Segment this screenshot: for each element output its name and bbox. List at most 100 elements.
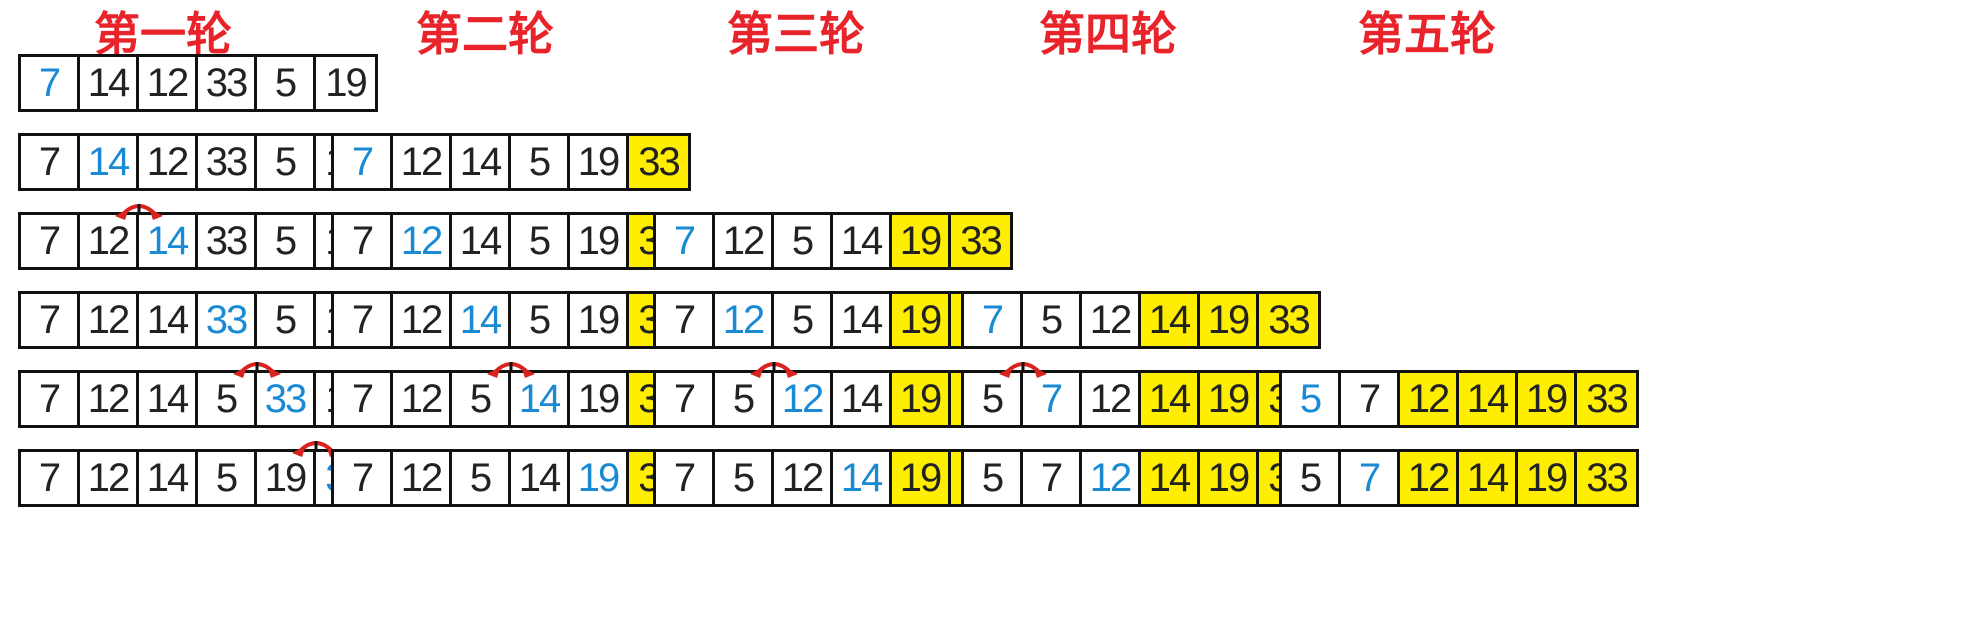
array-state-row: 5712141933 xyxy=(961,449,1321,507)
array-cell: 33 xyxy=(198,57,257,109)
array-cell: 7 xyxy=(1023,452,1082,504)
array-cell: 5 xyxy=(1282,452,1341,504)
sorted-cell: 12 xyxy=(1400,452,1459,504)
array-cell: 5 xyxy=(452,452,511,504)
array-cell: 5 xyxy=(511,215,570,267)
sorted-cell: 14 xyxy=(1141,294,1200,346)
array-cell: 7 xyxy=(656,452,715,504)
array-state-row: 7512141933 xyxy=(653,449,1013,507)
array-cell: 33 xyxy=(198,136,257,188)
round-title: 第五轮 xyxy=(1358,7,1496,61)
array-cell: 14 xyxy=(511,452,570,504)
array-cell: 7 xyxy=(21,136,80,188)
array-state-row: 7141233519 xyxy=(18,133,378,191)
compared-cell: 14 xyxy=(452,294,511,346)
array-cell: 5 xyxy=(964,452,1023,504)
array-cell: 5 xyxy=(257,57,316,109)
array-cell: 19 xyxy=(570,136,629,188)
compared-cell: 19 xyxy=(570,452,629,504)
array-state-row: 5712141933 xyxy=(1279,449,1639,507)
sorted-cell: 33 xyxy=(1259,294,1318,346)
array-cell: 7 xyxy=(334,373,393,425)
sorted-cell: 19 xyxy=(1518,373,1577,425)
array-state-row: 5712141933 xyxy=(1279,370,1639,428)
array-cell: 12 xyxy=(1082,294,1141,346)
array-state-row: 5712141933 xyxy=(961,370,1321,428)
array-cell: 12 xyxy=(715,215,774,267)
array-state-row: 7512141933 xyxy=(961,291,1321,349)
array-cell: 14 xyxy=(833,373,892,425)
sorted-cell: 14 xyxy=(1459,452,1518,504)
round-title: 第四轮 xyxy=(1039,7,1177,61)
array-cell: 12 xyxy=(774,452,833,504)
compared-cell: 14 xyxy=(139,215,198,267)
array-cell: 12 xyxy=(393,373,452,425)
sorted-cell: 12 xyxy=(1400,373,1459,425)
sorted-cell: 19 xyxy=(1200,452,1259,504)
array-state-row: 7125141933 xyxy=(653,212,1013,270)
array-cell: 14 xyxy=(80,57,139,109)
sorted-cell: 33 xyxy=(629,136,688,188)
swap-arrows-icon xyxy=(115,204,163,220)
array-cell: 5 xyxy=(1023,294,1082,346)
array-cell: 7 xyxy=(21,373,80,425)
compared-cell: 7 xyxy=(1023,373,1082,425)
array-cell: 14 xyxy=(139,294,198,346)
array-cell: 5 xyxy=(257,215,316,267)
compared-cell: 14 xyxy=(80,136,139,188)
array-cell: 5 xyxy=(715,452,774,504)
array-cell: 14 xyxy=(452,215,511,267)
compared-cell: 33 xyxy=(257,373,316,425)
sorted-cell: 19 xyxy=(892,294,951,346)
array-cell: 14 xyxy=(139,373,198,425)
sorted-cell: 33 xyxy=(1577,452,1636,504)
compared-cell: 7 xyxy=(656,215,715,267)
compared-cell: 7 xyxy=(1341,452,1400,504)
array-cell: 7 xyxy=(656,373,715,425)
array-cell: 5 xyxy=(452,373,511,425)
array-cell: 12 xyxy=(1082,373,1141,425)
bubble-sort-diagram: 第一轮7141233519714123351971214335197121433… xyxy=(0,0,1961,638)
array-state-row: 7125141933 xyxy=(331,449,691,507)
sorted-cell: 19 xyxy=(1518,452,1577,504)
array-cell: 33 xyxy=(198,215,257,267)
compared-cell: 5 xyxy=(1282,373,1341,425)
array-cell: 7 xyxy=(334,452,393,504)
array-cell: 7 xyxy=(334,294,393,346)
array-state-row: 7141233519 xyxy=(18,54,378,112)
array-cell: 5 xyxy=(257,294,316,346)
array-state-row: 7121433519 xyxy=(18,212,378,270)
array-cell: 7 xyxy=(334,215,393,267)
compared-cell: 7 xyxy=(21,57,80,109)
array-cell: 14 xyxy=(833,215,892,267)
array-state-row: 7121433519 xyxy=(18,291,378,349)
array-cell: 5 xyxy=(511,294,570,346)
array-cell: 5 xyxy=(511,136,570,188)
sorted-cell: 19 xyxy=(1200,373,1259,425)
swap-arrows-icon xyxy=(999,362,1047,378)
sorted-cell: 33 xyxy=(1577,373,1636,425)
array-cell: 5 xyxy=(774,294,833,346)
array-cell: 19 xyxy=(257,452,316,504)
array-state-row: 7512141933 xyxy=(653,370,1013,428)
array-cell: 12 xyxy=(393,136,452,188)
array-cell: 5 xyxy=(774,215,833,267)
array-state-row: 7121451933 xyxy=(331,291,691,349)
array-cell: 14 xyxy=(452,136,511,188)
array-state-row: 7125141933 xyxy=(331,370,691,428)
sorted-cell: 19 xyxy=(892,452,951,504)
array-cell: 12 xyxy=(139,136,198,188)
compared-cell: 12 xyxy=(393,215,452,267)
array-cell: 19 xyxy=(325,60,368,105)
sorted-cell: 14 xyxy=(1459,373,1518,425)
array-cell: 12 xyxy=(393,294,452,346)
array-cell: 5 xyxy=(964,373,1023,425)
array-cell: 14 xyxy=(833,294,892,346)
sorted-cell: 19 xyxy=(1200,294,1259,346)
array-state-row: 7121451933 xyxy=(331,212,691,270)
sorted-cell: 19 xyxy=(892,215,951,267)
sorted-cell: 14 xyxy=(1141,452,1200,504)
round-title: 第三轮 xyxy=(727,7,865,61)
array-cell: 12 xyxy=(80,373,139,425)
array-cell: 7 xyxy=(21,294,80,346)
